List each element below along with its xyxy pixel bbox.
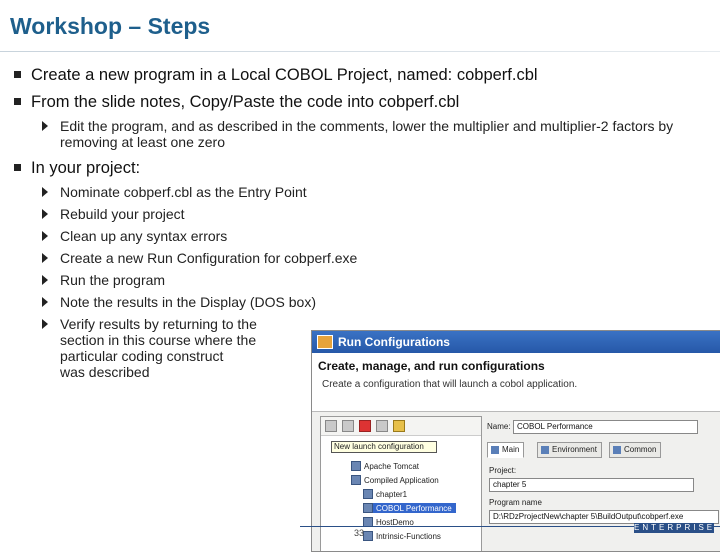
- config-tree-pane: New launch configuration Apache Tomcat C…: [320, 416, 482, 551]
- application-icon: [351, 475, 361, 485]
- triangle-bullet-icon: [42, 209, 48, 219]
- run-configurations-screenshot: Run Configurations Create, manage, and r…: [311, 330, 720, 552]
- bullet-copy-paste: From the slide notes, Copy/Paste the cod…: [14, 93, 459, 112]
- program-name-label: Program name: [489, 498, 542, 507]
- program-name-field[interactable]: D:\RDzProjectNew\chapter 5\BuildOutput\c…: [489, 510, 719, 524]
- tree-item-selected[interactable]: COBOL Performance: [363, 503, 456, 513]
- tree-item[interactable]: Compiled Application: [351, 475, 439, 485]
- triangle-bullet-icon: [42, 121, 48, 131]
- bullet-create-program: Create a new program in a Local COBOL Pr…: [14, 66, 538, 85]
- step-entry-point: Nominate cobperf.cbl as the Entry Point: [42, 184, 307, 200]
- square-bullet-icon: [14, 71, 21, 78]
- dialog-titlebar: Run Configurations: [312, 331, 720, 353]
- config-icon: [363, 489, 373, 499]
- step-note-results: Note the results in the Display (DOS box…: [42, 294, 316, 310]
- config-toolbar: [321, 417, 481, 436]
- config-icon: [363, 503, 373, 513]
- step-run-program: Run the program: [42, 272, 165, 288]
- title-divider: [0, 51, 720, 52]
- filter-icon[interactable]: [393, 420, 405, 432]
- run-config-icon: [317, 335, 333, 349]
- main-tab-icon: [491, 446, 499, 454]
- new-config-icon[interactable]: [325, 420, 337, 432]
- step-clean-errors: Clean up any syntax errors: [42, 228, 227, 244]
- collapse-icon[interactable]: [376, 420, 388, 432]
- common-tab-icon: [613, 446, 621, 454]
- triangle-bullet-icon: [42, 253, 48, 263]
- triangle-bullet-icon: [42, 231, 48, 241]
- project-label: Project:: [489, 466, 517, 475]
- duplicate-icon[interactable]: [342, 420, 354, 432]
- triangle-bullet-icon: [42, 275, 48, 285]
- tree-item[interactable]: chapter1: [363, 489, 407, 499]
- tab-environment[interactable]: Environment: [537, 442, 602, 458]
- page-number: 33: [354, 528, 365, 538]
- triangle-bullet-icon: [42, 319, 48, 329]
- bullet-in-your-project: In your project:: [14, 159, 140, 178]
- project-field[interactable]: chapter 5: [489, 478, 694, 492]
- tree-item[interactable]: Apache Tomcat: [351, 461, 419, 471]
- step-run-config: Create a new Run Configuration for cobpe…: [42, 250, 357, 266]
- triangle-bullet-icon: [42, 187, 48, 197]
- new-config-tooltip: New launch configuration: [331, 441, 437, 453]
- name-label: Name:: [487, 422, 511, 431]
- triangle-bullet-icon: [42, 297, 48, 307]
- step-verify-results: Verify results by returning to the secti…: [42, 316, 302, 380]
- square-bullet-icon: [14, 98, 21, 105]
- delete-icon[interactable]: [359, 420, 371, 432]
- tab-main[interactable]: Main: [487, 442, 525, 458]
- company-logo: ENTERPRISE: [634, 523, 716, 533]
- tomcat-icon: [351, 461, 361, 471]
- sub-bullet-edit-program: Edit the program, and as described in th…: [42, 118, 702, 150]
- step-rebuild: Rebuild your project: [42, 206, 185, 222]
- tab-common[interactable]: Common: [609, 442, 662, 458]
- square-bullet-icon: [14, 164, 21, 171]
- dialog-header: Create, manage, and run configurations C…: [312, 353, 720, 412]
- name-field[interactable]: COBOL Performance: [513, 420, 698, 434]
- environment-tab-icon: [541, 446, 549, 454]
- slide-title: Workshop – Steps: [10, 13, 211, 39]
